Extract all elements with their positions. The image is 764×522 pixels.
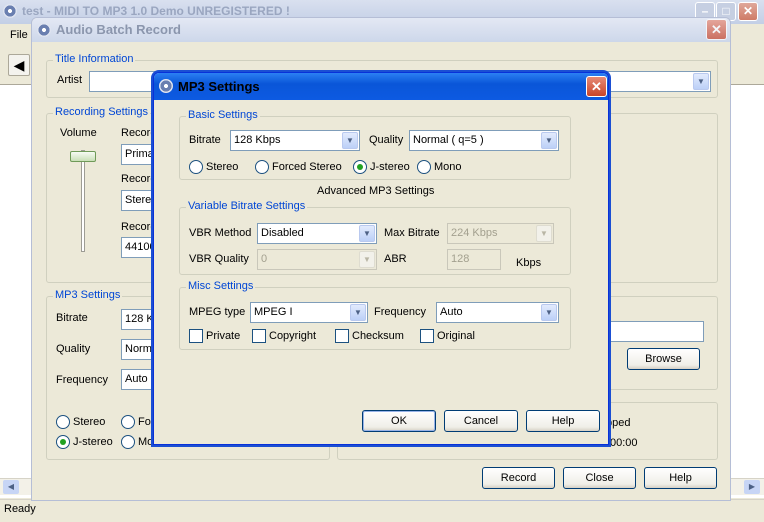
advanced-settings-heading: Advanced MP3 Settings (317, 185, 435, 197)
vbr-quality-label: VBR Quality (189, 253, 249, 265)
chevron-down-icon[interactable]: ▼ (359, 225, 375, 242)
original-checkbox[interactable]: Original (420, 329, 475, 343)
batch-title: Audio Batch Record (56, 22, 181, 37)
status-text: Ready (4, 503, 36, 515)
help-button[interactable]: Help (644, 467, 717, 489)
back-arrow-icon[interactable]: ◀ (8, 54, 30, 76)
misc-settings-label: Misc Settings (186, 280, 256, 292)
batch-quality-label: Quality (56, 343, 91, 355)
status-bar: Ready (0, 499, 764, 522)
record-label-2: Record (121, 173, 157, 185)
menu-file[interactable]: File (10, 29, 28, 41)
app-icon (3, 4, 17, 18)
volume-slider-track[interactable] (81, 150, 85, 252)
mono-radio[interactable]: Mono (417, 160, 462, 174)
volume-label: Volume (60, 127, 97, 139)
abr-field[interactable]: 128 (447, 249, 501, 270)
batch-bitrate-label: Bitrate (56, 312, 88, 324)
abr-label: ABR (384, 253, 407, 265)
basic-settings-group: Basic Settings Bitrate 128 Kbps ▼ Qualit… (179, 109, 571, 180)
vbr-quality-select[interactable]: 0 ▼ (257, 249, 377, 270)
ok-button[interactable]: OK (362, 410, 436, 432)
misc-frequency-select[interactable]: Auto ▼ (436, 302, 559, 323)
max-bitrate-select[interactable]: 224 Kbps ▼ (447, 223, 554, 244)
basic-settings-label: Basic Settings (186, 109, 260, 121)
mp3-settings-dialog: MP3 Settings ✕ Basic Settings Bitrate 12… (153, 72, 609, 445)
close-icon[interactable]: ✕ (738, 2, 758, 21)
misc-settings-group: Misc Settings MPEG type MPEG I ▼ Frequen… (179, 280, 571, 350)
jstereo-radio[interactable]: J-stereo (353, 160, 410, 174)
misc-frequency-label: Frequency (374, 306, 426, 318)
forced-stereo-radio[interactable]: Forced Stereo (255, 160, 342, 174)
chevron-down-icon[interactable]: ▼ (541, 304, 557, 321)
vbr-method-label: VBR Method (189, 227, 252, 239)
output-path-field[interactable] (606, 321, 704, 342)
abr-unit-label: Kbps (516, 257, 542, 269)
private-checkbox[interactable]: Private (189, 329, 240, 343)
mpeg-type-select[interactable]: MPEG I ▼ (250, 302, 368, 323)
record-label-3: Record (121, 221, 157, 233)
batch-quality-combo[interactable]: Norma (121, 339, 157, 360)
scroll-right-icon[interactable]: ▶ (744, 480, 760, 494)
chevron-down-icon[interactable]: ▼ (350, 304, 366, 321)
batch-bitrate-combo[interactable]: 128 K (121, 309, 157, 330)
record-time-text: 00:00 (610, 437, 638, 449)
cancel-button[interactable]: Cancel (444, 410, 518, 432)
stereo-radio[interactable]: Stereo (189, 160, 238, 174)
batch-jstereo-radio[interactable]: J-stereo (56, 435, 113, 449)
batch-title-bar: Audio Batch Record ✕ (32, 18, 730, 42)
browse-button[interactable]: Browse (627, 348, 700, 370)
max-bitrate-label: Max Bitrate (384, 227, 440, 239)
chevron-down-icon: ▼ (536, 225, 552, 242)
artist-label: Artist (57, 74, 83, 86)
vbr-settings-label: Variable Bitrate Settings (186, 200, 308, 212)
quality-label: Quality (369, 134, 404, 146)
dialog-body: Basic Settings Bitrate 128 Kbps ▼ Qualit… (157, 100, 605, 442)
bitrate-label: Bitrate (189, 134, 221, 146)
batch-forced-stereo-radio[interactable]: For (121, 415, 155, 429)
close-button[interactable]: Close (563, 467, 636, 489)
vbr-method-select[interactable]: Disabled ▼ (257, 223, 377, 244)
scroll-left-icon[interactable]: ◀ (3, 480, 19, 494)
record-label-1: Record (121, 127, 157, 139)
main-title: test - MIDI TO MP3 1.0 Demo UNREGISTERED… (22, 4, 290, 18)
batch-close-icon[interactable]: ✕ (706, 19, 727, 40)
dialog-title: MP3 Settings (178, 79, 260, 94)
record-state-text: pped (606, 417, 631, 429)
dialog-close-icon[interactable]: ✕ (586, 76, 607, 97)
title-information-label: Title Information (53, 53, 136, 65)
chevron-down-icon[interactable]: ▼ (693, 73, 709, 90)
quality-select[interactable]: Normal ( q=5 ) ▼ (409, 130, 559, 151)
dialog-help-button[interactable]: Help (526, 410, 600, 432)
dialog-title-bar: MP3 Settings ✕ (154, 73, 608, 100)
batch-mp3-settings-label: MP3 Settings (53, 289, 123, 301)
chevron-down-icon: ▼ (359, 251, 375, 268)
mpeg-type-label: MPEG type (189, 306, 246, 318)
recording-settings-label: Recording Settings (53, 106, 150, 118)
batch-stereo-radio[interactable]: Stereo (56, 415, 105, 429)
record-button[interactable]: Record (482, 467, 555, 489)
vbr-settings-group: Variable Bitrate Settings VBR Method Dis… (179, 200, 571, 275)
volume-slider-thumb[interactable] (70, 151, 96, 162)
batch-app-icon (37, 23, 51, 37)
copyright-checkbox[interactable]: Copyright (252, 329, 316, 343)
batch-frequency-label: Frequency (56, 374, 108, 386)
dialog-app-icon (159, 79, 173, 93)
chevron-down-icon[interactable]: ▼ (541, 132, 557, 149)
checksum-checkbox[interactable]: Checksum (335, 329, 404, 343)
batch-frequency-combo[interactable]: Auto (121, 369, 157, 390)
bitrate-select[interactable]: 128 Kbps ▼ (230, 130, 360, 151)
batch-mono-radio[interactable]: Mo (121, 435, 153, 449)
chevron-down-icon[interactable]: ▼ (342, 132, 358, 149)
